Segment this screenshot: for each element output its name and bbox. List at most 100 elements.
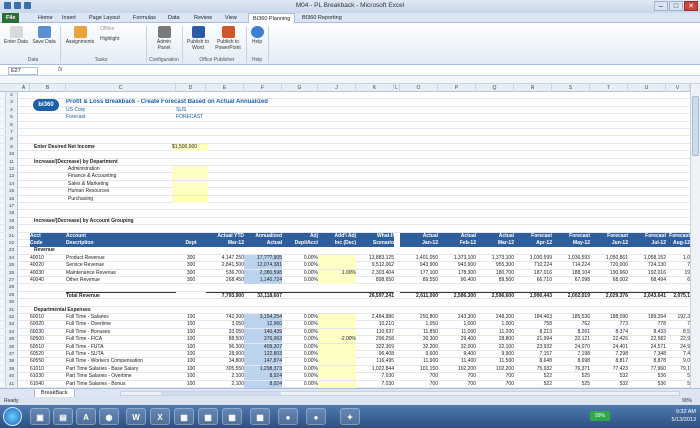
save-data-button[interactable]: Save Data: [32, 26, 56, 45]
table-cell[interactable]: 77,960: [628, 366, 666, 373]
table-cell[interactable]: 24,070: [552, 344, 590, 351]
table-cell[interactable]: 700: [438, 373, 476, 380]
publish-word-button[interactable]: Publish to Word: [184, 26, 212, 51]
total-revenue-cell[interactable]: 26,597,241: [356, 291, 394, 299]
table-cell[interactable]: 22,9: [666, 336, 690, 343]
table-cell[interactable]: 189,394: [628, 314, 666, 321]
table-cell[interactable]: 758: [514, 321, 552, 328]
column-header[interactable]: B: [30, 84, 66, 92]
table-cell[interactable]: 192,016: [628, 270, 666, 277]
total-revenue-cell[interactable]: 2,596,600: [476, 291, 514, 299]
table-cell[interactable]: 8,213: [514, 329, 552, 336]
table-header-cell[interactable]: Actual: [400, 232, 438, 240]
table-cell[interactable]: 22,582: [628, 336, 666, 343]
row-header[interactable]: 17: [6, 203, 18, 211]
table-cell[interactable]: 1,058,152: [628, 255, 666, 262]
table-cell[interactable]: 100: [176, 314, 206, 321]
table-cell[interactable]: 0.00%: [282, 255, 318, 262]
table-cell[interactable]: 8,924: [244, 380, 282, 388]
row-header[interactable]: 20: [6, 225, 18, 233]
table-cell[interactable]: 88,500: [206, 336, 244, 343]
row-header[interactable]: 22: [6, 240, 18, 248]
table-cell[interactable]: 100: [176, 329, 206, 336]
row-header[interactable]: 7: [6, 129, 18, 137]
tab-insert[interactable]: Insert: [58, 13, 80, 23]
explorer-icon[interactable]: ▣: [30, 408, 50, 425]
row-header[interactable]: 9: [6, 143, 18, 152]
row-header[interactable]: 37: [6, 351, 18, 359]
table-cell[interactable]: 943,900: [400, 262, 438, 269]
table-cell[interactable]: 2,380,598: [244, 269, 282, 277]
table-cell[interactable]: 192,3: [666, 314, 690, 321]
table-cell[interactable]: Full Time - Bonuses: [66, 329, 176, 336]
name-box[interactable]: E27: [8, 67, 38, 75]
scenario-code[interactable]: FORECAST: [176, 114, 236, 121]
table-cell[interactable]: 24,571: [628, 344, 666, 351]
column-header[interactable]: T: [590, 84, 628, 92]
table-cell[interactable]: 8,648: [514, 358, 552, 365]
table-cell[interactable]: 724,130: [628, 262, 666, 269]
table-cell[interactable]: 773: [590, 321, 628, 328]
table-cell[interactable]: 7: [666, 321, 690, 328]
table-cell[interactable]: 11,000: [438, 329, 476, 336]
table-cell[interactable]: 140,439: [244, 328, 282, 336]
table-header-cell[interactable]: Feb-12: [438, 240, 476, 247]
table-cell[interactable]: 8,817: [590, 358, 628, 365]
column-header[interactable]: K: [356, 84, 394, 92]
table-cell[interactable]: 536: [628, 373, 666, 380]
table-cell[interactable]: 68,494: [628, 277, 666, 284]
table-cell[interactable]: 0.00%: [282, 329, 318, 336]
column-header[interactable]: D: [176, 84, 206, 92]
table-cell[interactable]: 100: [176, 321, 206, 328]
table-cell[interactable]: 7,4: [666, 351, 690, 358]
row-header[interactable]: 35: [6, 336, 18, 344]
column-header[interactable]: F: [244, 84, 282, 92]
table-cell[interactable]: 12,960: [244, 321, 282, 329]
total-revenue-cell[interactable]: 2,029,376: [590, 291, 628, 299]
table-header-cell[interactable]: Actual YTD: [206, 232, 244, 240]
table-header-cell[interactable]: [176, 232, 206, 240]
table-cell[interactable]: [318, 380, 356, 388]
table-cell[interactable]: 1,373,100: [476, 255, 514, 262]
row-header[interactable]: 24: [6, 254, 18, 263]
table-cell[interactable]: 23,932: [514, 344, 552, 351]
app-icon[interactable]: ●: [306, 408, 326, 425]
table-cell[interactable]: 0.00%: [282, 270, 318, 277]
table-cell[interactable]: 0.00%: [282, 321, 318, 328]
table-cell[interactable]: -2.00%: [318, 336, 356, 344]
table-cell[interactable]: Full Time - Overtime: [66, 321, 176, 328]
total-revenue-cell[interactable]: [318, 291, 356, 299]
table-cell[interactable]: Full Time - Workers Compensation: [66, 358, 176, 365]
total-revenue-cell[interactable]: 33,118,607: [244, 291, 282, 299]
column-header[interactable]: S: [552, 84, 590, 92]
table-cell[interactable]: 0.00%: [282, 358, 318, 365]
row-header[interactable]: 26: [6, 269, 18, 277]
table-cell[interactable]: 100: [176, 358, 206, 365]
table-cell[interactable]: 1,000: [438, 321, 476, 328]
table-cell[interactable]: 1,022,844: [356, 366, 394, 373]
table-cell[interactable]: 0.00%: [282, 277, 318, 284]
table-cell[interactable]: 700: [438, 381, 476, 388]
row-header[interactable]: 19: [6, 217, 18, 226]
table-cell[interactable]: 10,210: [356, 321, 394, 328]
publish-powerpoint-button[interactable]: Publish to PowerPoint: [212, 26, 244, 51]
total-revenue-cell[interactable]: 7,793,900: [206, 291, 244, 299]
column-header[interactable]: C: [66, 84, 176, 92]
department-input[interactable]: [172, 173, 208, 181]
worksheet-grid[interactable]: 2 3 Profit & Loss Breakback - Create Forec…: [0, 92, 690, 388]
table-cell[interactable]: 188,104: [552, 270, 590, 277]
row-header[interactable]: 14: [6, 180, 18, 189]
column-header[interactable]: V: [666, 84, 690, 92]
table-cell[interactable]: 122,803: [244, 351, 282, 358]
table-cell[interactable]: [318, 358, 356, 366]
table-cell[interactable]: 28,900: [206, 351, 244, 358]
table-cell[interactable]: 522: [514, 373, 552, 380]
table-cell[interactable]: 100: [176, 373, 206, 380]
table-cell[interactable]: [318, 373, 356, 381]
horizontal-scrollbar[interactable]: [120, 391, 680, 396]
help-button[interactable]: Help: [248, 26, 266, 45]
table-cell[interactable]: 34,800: [206, 358, 244, 365]
total-revenue-cell[interactable]: 2,075,1: [666, 291, 690, 299]
table-header-cell[interactable]: May-12: [552, 240, 590, 247]
table-header-cell[interactable]: Dept/Acct: [282, 240, 318, 247]
